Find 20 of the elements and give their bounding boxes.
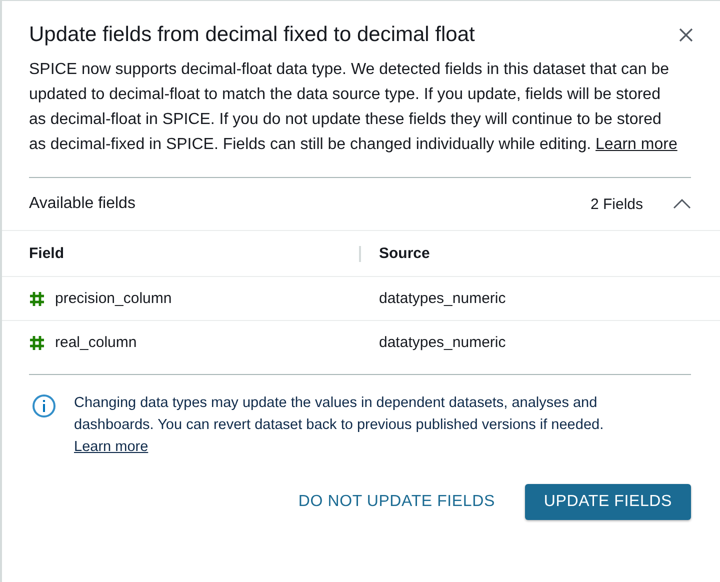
learn-more-link[interactable]: Learn more: [596, 136, 678, 153]
do-not-update-button[interactable]: DO NOT UPDATE FIELDS: [296, 485, 497, 519]
table-cell: real_column: [55, 334, 137, 351]
column-header: Source: [379, 245, 430, 262]
field-count: 2 Fields: [590, 196, 643, 212]
notice-text: Changing data types may update the values in dependent datasets, analyses and dashboards. You can revert dataset back to previous published versions if needed. Learn more: [74, 394, 605, 457]
chevron-icon[interactable]: [673, 199, 691, 209]
update-fields-button[interactable]: UPDATE FIELDS: [524, 484, 691, 520]
info-icon: [32, 394, 56, 418]
section-title: Available fields: [29, 195, 136, 213]
learn-more-link[interactable]: Learn more: [74, 439, 148, 455]
description-text: SPICE now supports decimal-float data type. We detected fields in this dataset that can be updated to decimal-float to match the data source type. If you update, fields will be stored as decimal-float in SPICE. If you do not update these fields they will continue to be stored as decimal-fixed in SPICE. Fields can still be changed individually while editing. Learn more: [29, 60, 678, 155]
table-cell: precision_column: [55, 290, 172, 307]
table-cell: datatypes_numeric: [379, 290, 506, 307]
dialog-title: Update fields from decimal fixed to decimal float: [29, 23, 475, 47]
number-icon: [29, 334, 45, 350]
number-icon: [29, 290, 45, 306]
close-icon[interactable]: [678, 27, 694, 43]
column-header: Field: [29, 245, 64, 262]
table-cell: datatypes_numeric: [379, 334, 506, 351]
